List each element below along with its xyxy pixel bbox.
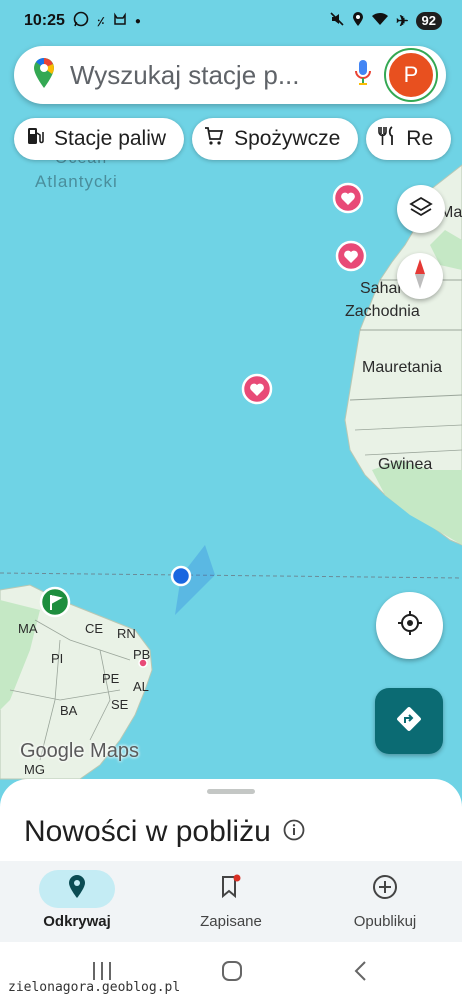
chip-label: Re xyxy=(406,127,434,150)
location-icon xyxy=(352,11,364,32)
nav-contribute[interactable]: Opublikuj xyxy=(308,861,462,942)
state-label: PB xyxy=(133,647,151,662)
nav-label: Odkrywaj xyxy=(43,913,111,930)
chip-groceries[interactable]: Spożywcze xyxy=(192,118,359,160)
saved-place-pin[interactable] xyxy=(241,373,273,405)
watermark: zielonagora.geoblog.pl xyxy=(8,980,181,995)
status-time: 10:25 xyxy=(24,12,65,29)
home-icon[interactable] xyxy=(221,960,243,987)
chip-label: Stacje paliw xyxy=(54,127,167,150)
mute-icon xyxy=(329,11,345,32)
flag-pin[interactable] xyxy=(39,586,71,618)
gas-station-icon xyxy=(26,126,44,152)
directions-button[interactable] xyxy=(375,688,443,754)
country-label: Gwinea xyxy=(378,456,433,473)
add-circle-icon xyxy=(372,874,398,904)
cart-icon xyxy=(204,126,224,152)
info-icon[interactable] xyxy=(283,815,305,849)
country-label: Mauretania xyxy=(362,359,443,376)
country-label: Zachodnia xyxy=(345,303,420,320)
nav-label: Opublikuj xyxy=(353,913,417,930)
google-maps-logo: Google Maps xyxy=(20,740,139,762)
bottom-sheet[interactable]: Nowości w pobliżu xyxy=(0,779,462,862)
bookmark-icon xyxy=(220,874,242,904)
back-icon[interactable] xyxy=(352,960,368,987)
chip-label: Spożywcze xyxy=(234,127,341,150)
compass-icon xyxy=(412,257,428,296)
nav-icon-wrapper xyxy=(347,870,423,908)
nav-icon-wrapper xyxy=(193,870,269,908)
layers-icon xyxy=(409,195,433,224)
google-maps-pin-icon xyxy=(32,57,56,94)
state-label: CE xyxy=(85,621,104,636)
airplane-icon: ✈ xyxy=(395,13,409,30)
nav-saved[interactable]: Zapisane xyxy=(154,861,308,942)
chip-restaurants[interactable]: Re xyxy=(366,118,452,160)
state-label: BA xyxy=(60,703,78,718)
state-label: MA xyxy=(18,621,38,636)
notification-dot-icon: ● xyxy=(134,15,141,27)
chip-gas-stations[interactable]: Stacje paliw xyxy=(14,118,185,160)
drag-handle[interactable] xyxy=(207,789,255,794)
ocean-label: Atlantycki xyxy=(35,172,118,191)
bottom-navigation: Odkrywaj Zapisane Opublikuj xyxy=(0,861,462,942)
sheet-title: Nowości w pobliżu xyxy=(24,815,271,848)
compass-button[interactable] xyxy=(397,253,443,299)
state-label: AL xyxy=(133,679,149,694)
whatsapp-icon xyxy=(73,11,89,32)
wifi-calling-icon: ⸓ xyxy=(96,14,105,29)
location-pin-icon xyxy=(68,875,86,903)
directions-icon xyxy=(395,705,423,738)
microphone-icon[interactable] xyxy=(354,59,372,92)
state-label: MG xyxy=(24,762,45,777)
layers-button[interactable] xyxy=(397,185,445,233)
search-input[interactable]: Wyszukaj stacje p... xyxy=(70,60,354,91)
state-label: RN xyxy=(117,626,136,641)
saved-place-pin[interactable] xyxy=(332,182,364,214)
saved-place-pin[interactable] xyxy=(335,240,367,272)
my-location-dot xyxy=(170,565,192,587)
state-label: PE xyxy=(102,671,120,686)
nav-explore[interactable]: Odkrywaj xyxy=(0,861,154,942)
nav-label: Zapisane xyxy=(200,913,262,930)
crosshair-icon xyxy=(396,609,424,642)
search-bar[interactable]: Wyszukaj stacje p... P xyxy=(14,46,446,104)
nav-active-indicator xyxy=(39,870,115,908)
battery-level: 92 xyxy=(415,12,442,30)
state-label: PI xyxy=(51,651,64,666)
state-label: SE xyxy=(111,697,129,712)
category-chips: Stacje paliw Spożywcze Re xyxy=(14,118,452,160)
status-bar: 10:25 ⸓ ● ✈ 92 xyxy=(0,0,462,42)
my-location-button[interactable] xyxy=(376,592,443,659)
restaurant-icon xyxy=(378,126,396,152)
avatar[interactable]: P xyxy=(386,50,436,100)
wifi-icon xyxy=(371,12,389,31)
cat-icon xyxy=(113,12,127,31)
